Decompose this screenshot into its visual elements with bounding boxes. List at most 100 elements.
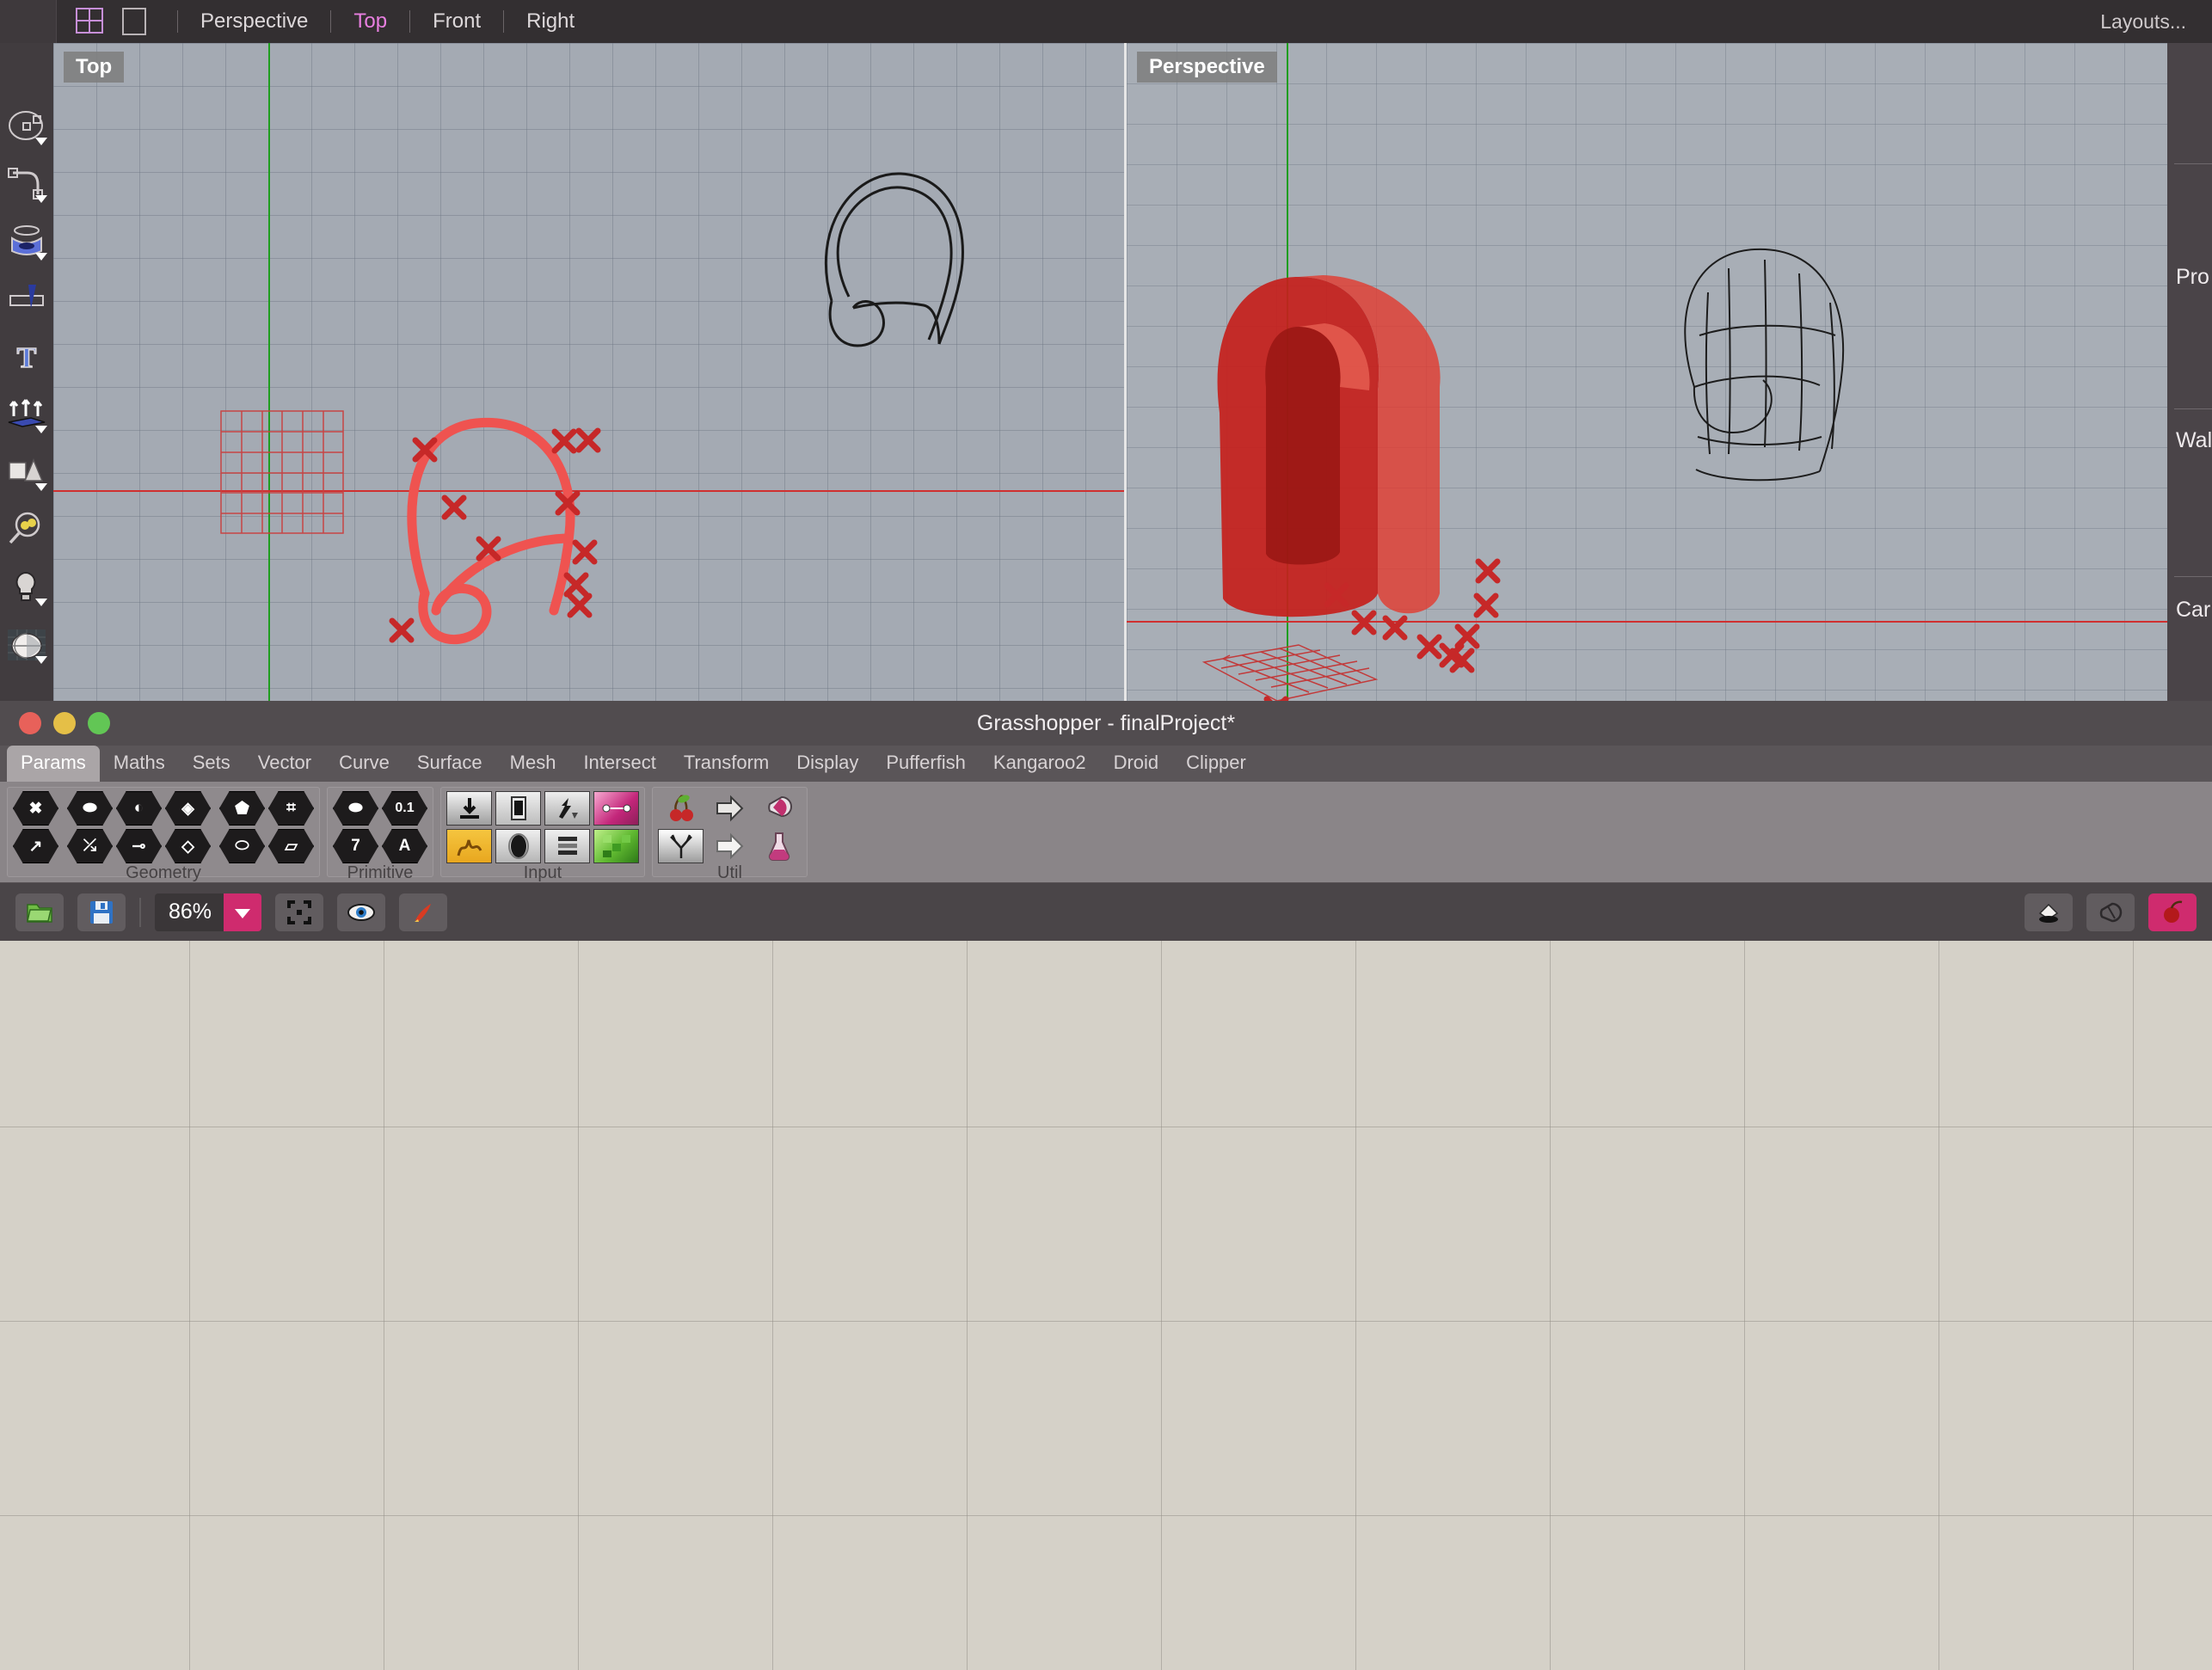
- tab-params[interactable]: Params: [7, 746, 100, 782]
- sidebar-item-camera[interactable]: Car: [2176, 598, 2210, 623]
- dropdown-caret-icon[interactable]: [35, 138, 47, 145]
- tab-pufferfish[interactable]: Pufferfish: [872, 746, 980, 782]
- value-list-icon[interactable]: [544, 829, 590, 863]
- tab-transform[interactable]: Transform: [670, 746, 783, 782]
- arrow-right-icon[interactable]: [707, 791, 753, 826]
- mesh-face-param-button[interactable]: ▱: [268, 829, 314, 863]
- tab-display[interactable]: Display: [783, 746, 872, 782]
- layouts-menu[interactable]: Layouts...: [2100, 10, 2212, 34]
- arrow-right-outline-icon[interactable]: [707, 829, 753, 863]
- knob-icon[interactable]: [495, 829, 541, 863]
- mesh-param-button[interactable]: ⌗: [268, 791, 314, 826]
- solid-primitives-tool-icon[interactable]: [5, 454, 48, 491]
- curve-sketch-icon[interactable]: [446, 829, 492, 863]
- ribbon-group-util: Util: [652, 787, 808, 882]
- grasshopper-window: Grasshopper - finalProject* Params Maths…: [0, 701, 2212, 1670]
- viewport-tab-top[interactable]: Top: [343, 9, 397, 34]
- capsule-toggle-icon[interactable]: [2086, 893, 2135, 931]
- graph-mapper-icon[interactable]: [544, 791, 590, 826]
- viewport-tab-perspective[interactable]: Perspective: [190, 9, 318, 34]
- viewport-tab-front[interactable]: Front: [422, 9, 491, 34]
- eye-preview-icon[interactable]: [337, 893, 386, 931]
- integer-param-button[interactable]: 7: [333, 829, 378, 863]
- vector-param-button[interactable]: ↗: [13, 829, 58, 863]
- grasshopper-canvas[interactable]: time 49 numAgents 8: [0, 941, 2212, 1670]
- capsule-icon[interactable]: [756, 791, 802, 826]
- open-folder-icon[interactable]: [15, 893, 64, 931]
- grasshopper-category-tabs: Params Maths Sets Vector Curve Surface M…: [0, 746, 2212, 782]
- maximize-window-button[interactable]: [88, 712, 110, 734]
- circle-ellipse-tool-icon[interactable]: [5, 108, 48, 145]
- tab-surface[interactable]: Surface: [403, 746, 496, 782]
- sidebar-item-properties[interactable]: Pro: [2176, 265, 2209, 290]
- dropdown-caret-icon[interactable]: [35, 599, 47, 606]
- arc-param-button[interactable]: ⊸: [116, 829, 162, 863]
- four-view-grid-icon[interactable]: [76, 8, 105, 35]
- surface-param-button[interactable]: ◈: [165, 791, 211, 826]
- line-param-button[interactable]: ⤰: [67, 829, 113, 863]
- toolbar-divider: [139, 897, 141, 927]
- sidebar-item-walk[interactable]: Wal: [2176, 428, 2212, 453]
- file-import-icon[interactable]: [446, 791, 492, 826]
- render-tool-icon[interactable]: [5, 627, 48, 664]
- sidebar-divider: [2174, 163, 2212, 164]
- cherries-icon[interactable]: [658, 791, 704, 826]
- single-view-icon[interactable]: [122, 8, 146, 35]
- canvas-toolbar-right-group: [2025, 893, 2197, 931]
- tab-curve[interactable]: Curve: [325, 746, 403, 782]
- tab-droid[interactable]: Droid: [1100, 746, 1173, 782]
- text-tool-icon[interactable]: T: [5, 339, 48, 375]
- tab-kangaroo2[interactable]: Kangaroo2: [980, 746, 1100, 782]
- tab-sets[interactable]: Sets: [179, 746, 244, 782]
- tree-icon[interactable]: [658, 829, 704, 863]
- analyze-tool-icon[interactable]: [5, 512, 48, 548]
- perspective-viewport[interactable]: Perspective: [1127, 43, 2203, 701]
- tab-maths[interactable]: Maths: [100, 746, 179, 782]
- dropdown-caret-icon[interactable]: [35, 483, 47, 491]
- transform-tool-icon[interactable]: [5, 396, 48, 433]
- tab-mesh[interactable]: Mesh: [496, 746, 570, 782]
- rhino-viewports: Top Perspective: [53, 43, 2203, 701]
- zoom-level-selector[interactable]: 86%: [155, 893, 262, 931]
- canvas-grid: [0, 941, 2212, 1670]
- minimize-window-button[interactable]: [53, 712, 76, 734]
- tab-vector[interactable]: Vector: [244, 746, 325, 782]
- top-viewport-label: Top: [64, 52, 125, 83]
- top-viewport[interactable]: Top: [53, 43, 1124, 701]
- dropdown-caret-icon[interactable]: [35, 195, 47, 203]
- bake-icon[interactable]: [399, 893, 448, 931]
- sidebar-divider: [2174, 408, 2212, 409]
- curve-tool-icon[interactable]: [5, 166, 48, 203]
- zoom-extents-icon[interactable]: [275, 893, 324, 931]
- dropdown-caret-icon[interactable]: [35, 426, 47, 433]
- dropdown-caret-icon[interactable]: [35, 656, 47, 664]
- ribbon-group-label: Util: [717, 863, 742, 882]
- tab-intersect[interactable]: Intersect: [569, 746, 669, 782]
- dropdown-caret-icon[interactable]: [35, 253, 47, 261]
- point-param-button[interactable]: ⬬: [67, 791, 113, 826]
- save-disk-icon[interactable]: [77, 893, 126, 931]
- cherry-icon[interactable]: [2148, 893, 2197, 931]
- slider-icon[interactable]: [495, 791, 541, 826]
- geometry-param-button[interactable]: ✖: [13, 791, 58, 826]
- surface-revolve-tool-icon[interactable]: [5, 224, 48, 261]
- brep-param-button[interactable]: ⬟: [219, 791, 265, 826]
- flask-icon[interactable]: [756, 829, 802, 863]
- box-param-button[interactable]: ⬭: [219, 829, 265, 863]
- gradient-icon[interactable]: [593, 791, 639, 826]
- close-window-button[interactable]: [19, 712, 41, 734]
- lighting-tool-icon[interactable]: [5, 569, 48, 606]
- text-param-button[interactable]: A: [382, 829, 427, 863]
- curve-param-button[interactable]: ◐: [116, 791, 162, 826]
- tab-clipper[interactable]: Clipper: [1172, 746, 1260, 782]
- chevron-down-icon[interactable]: [224, 893, 262, 931]
- boolean-param-button[interactable]: ⬬: [333, 791, 378, 826]
- paint-bucket-icon[interactable]: [2025, 893, 2073, 931]
- solid-extrude-tool-icon[interactable]: [5, 281, 48, 317]
- color-swatch-icon[interactable]: [593, 829, 639, 863]
- number-param-button[interactable]: 0.1: [382, 791, 427, 826]
- viewport-tab-right[interactable]: Right: [516, 9, 585, 34]
- rhino-top-toolbar: Perspective Top Front Right Layouts...: [0, 0, 2212, 43]
- plane-param-button[interactable]: ◇: [165, 829, 211, 863]
- window-controls: [0, 712, 110, 734]
